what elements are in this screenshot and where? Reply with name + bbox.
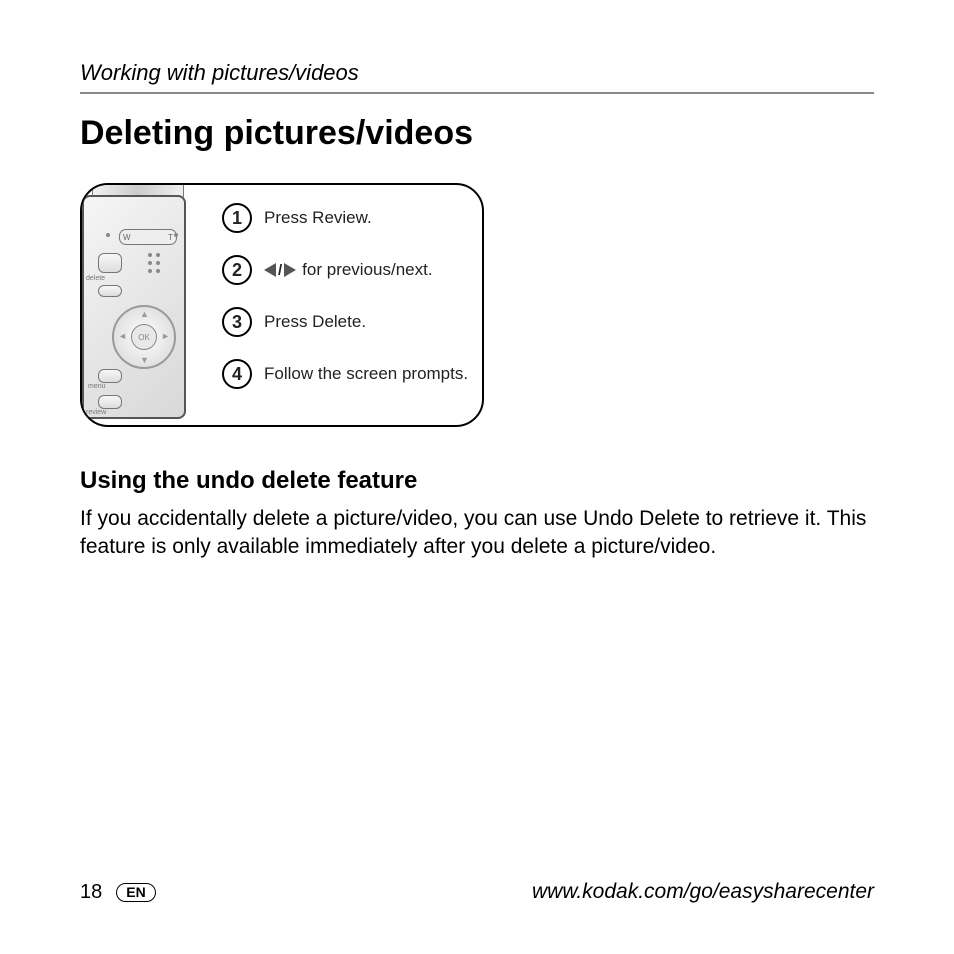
step-number: 4: [222, 359, 252, 389]
camera-illustration: W T delete ◄ ► ▲ ▼: [80, 183, 212, 427]
footer-url: www.kodak.com/go/easysharecenter: [532, 880, 874, 904]
page-footer: 18 EN www.kodak.com/go/easysharecenter: [80, 880, 874, 904]
step-item: 3 Press Delete.: [222, 307, 468, 337]
dpad-up-arrow-icon: ▲: [140, 309, 149, 319]
magnify-icon: [106, 233, 110, 237]
section-subheading: Using the undo delete feature: [80, 467, 874, 495]
zoom-rocker-icon: W T: [119, 229, 177, 245]
left-arrow-icon: [264, 263, 276, 277]
manual-page: Working with pictures/videos Deleting pi…: [0, 0, 954, 954]
zoom-w-label: W: [123, 233, 131, 242]
zoom-t-label: T: [168, 233, 173, 242]
dpad-left-arrow-icon: ◄: [118, 331, 127, 341]
review-label: review: [86, 409, 106, 416]
divider: [80, 92, 874, 94]
speaker-dot-icon: [156, 269, 160, 273]
camera-body: W T delete ◄ ► ▲ ▼: [82, 195, 186, 419]
menu-button-icon: [98, 369, 122, 383]
dpad-right-arrow-icon: ►: [161, 331, 170, 341]
step-item: 4 Follow the screen prompts.: [222, 359, 468, 389]
footer-left: 18 EN: [80, 881, 156, 904]
language-pill: EN: [116, 883, 155, 902]
review-button-icon: [98, 395, 122, 409]
step-text: Follow the screen prompts.: [264, 364, 468, 384]
diagram-box: W T delete ◄ ► ▲ ▼: [80, 183, 484, 427]
speaker-dot-icon: [156, 253, 160, 257]
step-text: Press Delete.: [264, 312, 366, 332]
speaker-dot-icon: [156, 261, 160, 265]
dpad-down-arrow-icon: ▼: [140, 355, 149, 365]
chapter-heading: Working with pictures/videos: [80, 60, 874, 86]
speaker-dot-icon: [148, 261, 152, 265]
dpad-icon: ◄ ► ▲ ▼ OK: [112, 305, 176, 369]
step-item: 1 Press Review.: [222, 203, 468, 233]
menu-label: menu: [88, 383, 106, 390]
step-item: 2 / for previous/next.: [222, 255, 468, 285]
page-number: 18: [80, 881, 102, 904]
steps-list: 1 Press Review. 2 / for previous/next. 3…: [222, 203, 468, 411]
right-arrow-icon: [284, 263, 296, 277]
speaker-dot-icon: [148, 253, 152, 257]
speaker-dot-icon: [148, 269, 152, 273]
step-number: 1: [222, 203, 252, 233]
page-title: Deleting pictures/videos: [80, 114, 874, 153]
slash-icon: /: [278, 262, 282, 279]
info-button-icon: [98, 285, 122, 297]
magnify-icon: [174, 233, 178, 237]
step-number: 2: [222, 255, 252, 285]
step-number: 3: [222, 307, 252, 337]
delete-label: delete: [86, 275, 105, 282]
ok-button-icon: OK: [131, 324, 157, 350]
prev-next-arrows-icon: /: [264, 262, 296, 279]
step-text: for previous/next.: [302, 260, 432, 280]
delete-button-icon: [98, 253, 122, 273]
step-text: Press Review.: [264, 208, 372, 228]
body-paragraph: If you accidentally delete a picture/vid…: [80, 505, 874, 562]
